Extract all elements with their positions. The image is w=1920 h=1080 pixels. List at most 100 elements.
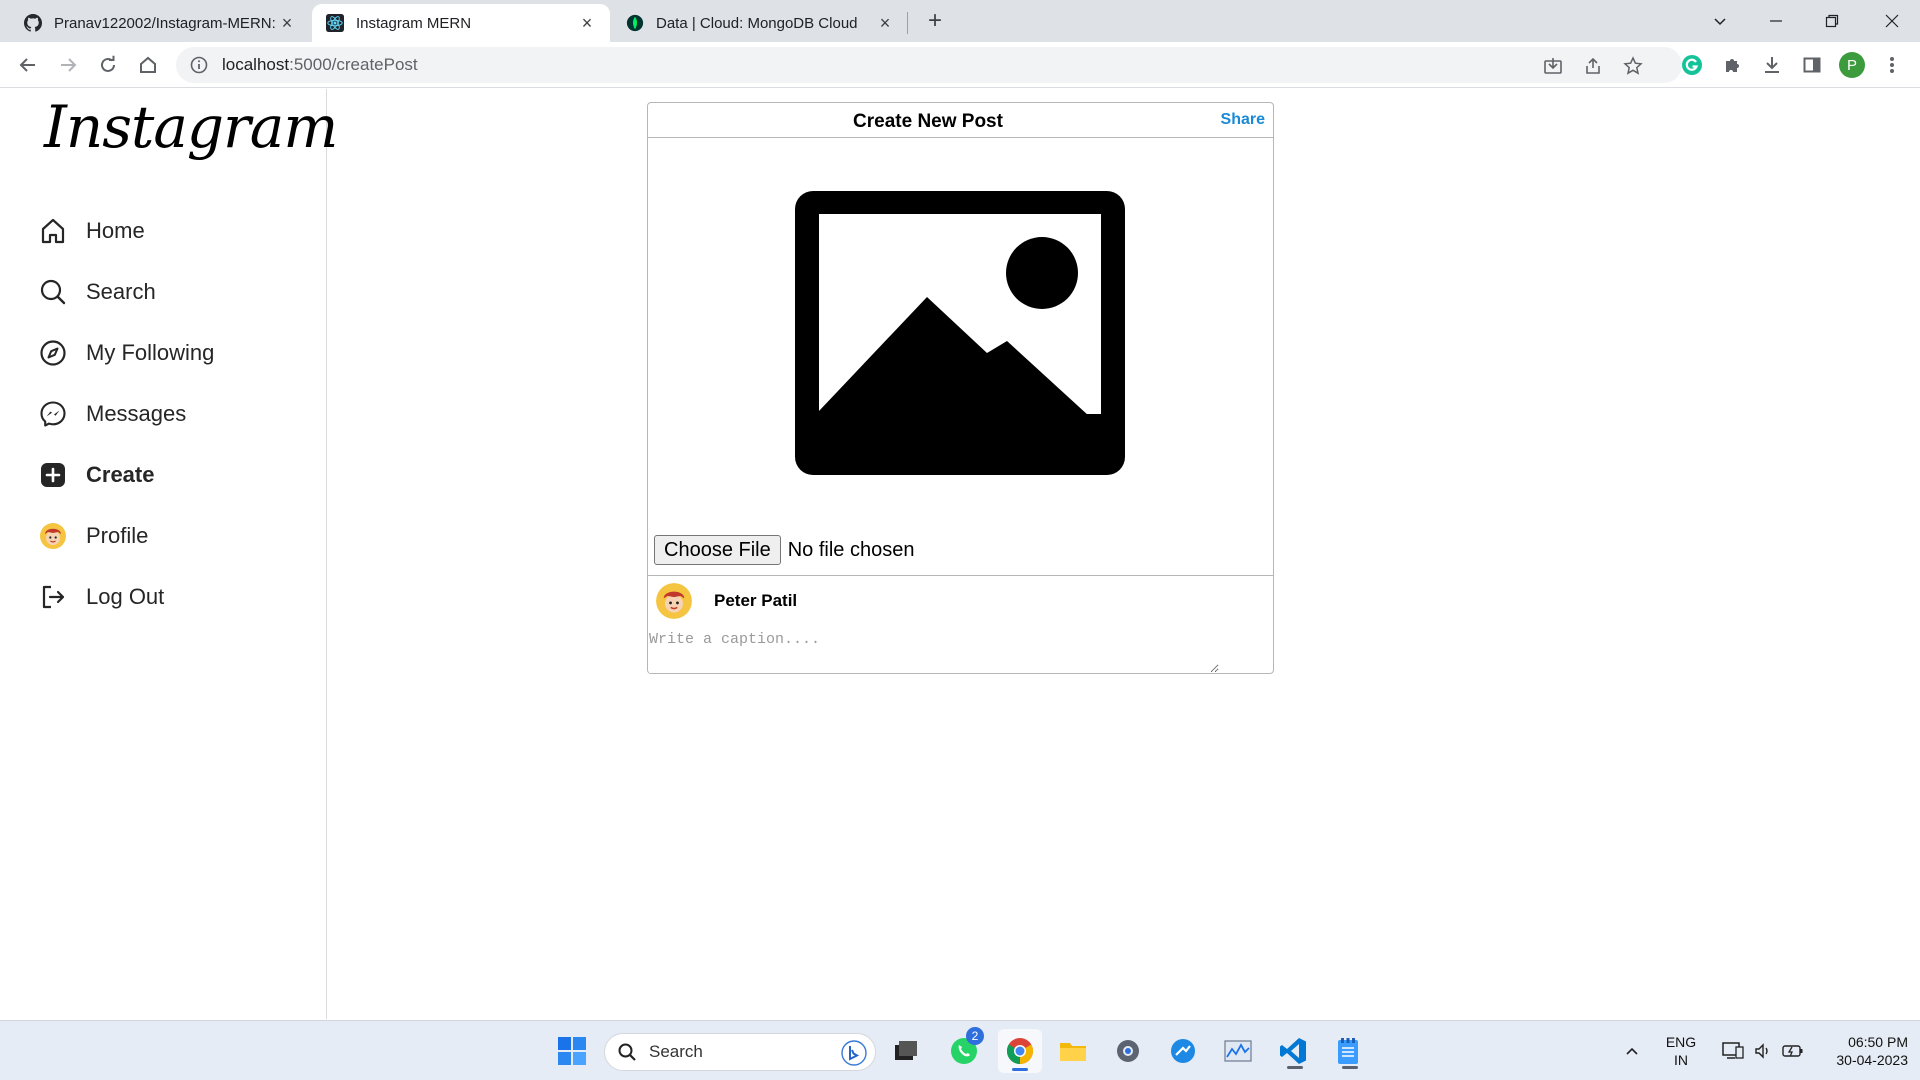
file-input[interactable]: Choose File No file chosen <box>654 535 914 565</box>
close-window-button[interactable] <box>1864 0 1920 42</box>
volume-icon <box>1753 1041 1773 1061</box>
performance-monitor-icon[interactable] <box>1218 1031 1258 1071</box>
nav-profile[interactable]: Profile <box>38 516 148 556</box>
bing-icon[interactable] <box>841 1040 867 1066</box>
tab-label: Data | Cloud: MongoDB Cloud <box>656 14 858 32</box>
new-tab-button[interactable]: + <box>922 7 948 34</box>
app-sidebar: Instagram Home Search My Following Messa… <box>0 89 338 1019</box>
show-hidden-icons-chevron[interactable] <box>1612 1031 1652 1071</box>
url-host: localhost <box>222 55 290 74</box>
divider <box>648 575 1273 576</box>
file-explorer-icon[interactable] <box>1053 1031 1093 1071</box>
side-panel-icon[interactable] <box>1798 51 1826 79</box>
windows-taskbar: Search 2 ENG IN 06:50 PM 30-04-2023 <box>0 1020 1920 1080</box>
nav-label: Home <box>86 218 145 243</box>
install-app-icon[interactable] <box>1540 53 1566 79</box>
windows-start-icon[interactable] <box>552 1031 592 1071</box>
search-icon <box>38 277 68 307</box>
running-app-indicator <box>1287 1066 1303 1069</box>
tab-instagram-mern[interactable]: Instagram MERN × <box>312 4 610 42</box>
plus-square-icon <box>38 460 68 490</box>
author-name: Peter Patil <box>714 591 798 610</box>
downloads-icon[interactable] <box>1758 51 1786 79</box>
battery-icon <box>1781 1042 1805 1060</box>
post-author: Peter Patil <box>656 583 797 619</box>
language-code: ENG <box>1665 1034 1697 1050</box>
whatsapp-icon[interactable]: 2 <box>944 1027 984 1071</box>
close-tab-icon[interactable]: × <box>876 13 894 33</box>
nav-label: My Following <box>86 340 215 365</box>
restore-button[interactable] <box>1804 0 1860 42</box>
chrome-menu-icon[interactable] <box>1878 51 1906 79</box>
extensions-puzzle-icon[interactable] <box>1718 51 1746 79</box>
address-bar[interactable]: localhost:5000/createPost <box>176 47 1682 83</box>
back-arrow-icon[interactable] <box>14 51 42 79</box>
settings-gear-icon[interactable] <box>1108 1031 1148 1071</box>
chrome-taskbar-icon[interactable] <box>998 1029 1042 1073</box>
card-header: Create New Post Share <box>648 103 1273 138</box>
compass-icon <box>38 338 68 368</box>
url-text: localhost:5000/createPost <box>222 55 418 75</box>
tab-separator <box>907 12 908 34</box>
site-info-icon[interactable] <box>190 56 208 74</box>
reload-icon[interactable] <box>94 51 122 79</box>
avatar <box>656 583 692 619</box>
share-button[interactable]: Share <box>1221 111 1265 129</box>
mongodb-leaf-icon <box>626 14 644 32</box>
caption-textarea[interactable] <box>649 629 1219 673</box>
grammarly-icon[interactable] <box>1678 51 1706 79</box>
tab-github[interactable]: Pranav122002/Instagram-MERN: × <box>10 4 310 42</box>
home-browser-icon[interactable] <box>134 51 162 79</box>
clock[interactable]: 06:50 PM 30-04-2023 <box>1808 1033 1908 1069</box>
taskbar-search-label: Search <box>649 1042 703 1061</box>
file-status-text: No file chosen <box>787 538 915 561</box>
image-placeholder-icon <box>795 191 1125 475</box>
vscode-icon[interactable] <box>1273 1031 1313 1071</box>
close-tab-icon[interactable]: × <box>278 13 296 33</box>
create-post-card: Create New Post Share Choose File No fil… <box>647 102 1274 674</box>
clock-date: 30-04-2023 <box>1836 1052 1908 1068</box>
bookmark-star-icon[interactable] <box>1620 53 1646 79</box>
choose-file-button[interactable]: Choose File <box>654 535 781 565</box>
url-path: :5000/createPost <box>289 55 418 74</box>
running-app-indicator <box>1342 1066 1358 1069</box>
nav-search[interactable]: Search <box>38 272 156 312</box>
nav-messages[interactable]: Messages <box>38 394 186 434</box>
close-tab-icon[interactable]: × <box>578 13 596 33</box>
network-display-icon <box>1721 1040 1745 1062</box>
messenger-icon <box>38 399 68 429</box>
nav-create[interactable]: Create <box>38 455 154 495</box>
nav-log-out[interactable]: Log Out <box>38 577 164 617</box>
tab-search-chevron-icon[interactable] <box>1692 0 1748 42</box>
minimize-button[interactable] <box>1748 0 1804 42</box>
instagram-logo[interactable]: Instagram <box>44 93 338 161</box>
task-view-icon[interactable] <box>886 1031 926 1071</box>
react-icon <box>326 14 344 32</box>
system-tray-icons[interactable] <box>1708 1031 1818 1071</box>
share-page-icon[interactable] <box>1580 53 1606 79</box>
nav-my-following[interactable]: My Following <box>38 333 214 373</box>
tab-label: Pranav122002/Instagram-MERN: <box>54 14 276 32</box>
notepad-icon[interactable] <box>1328 1031 1368 1071</box>
nav-label: Log Out <box>86 584 165 609</box>
clock-time: 06:50 PM <box>1848 1034 1908 1050</box>
taskbar-search-box[interactable]: Search <box>604 1033 876 1071</box>
card-title: Create New Post <box>853 111 1003 132</box>
browser-tab-strip: Pranav122002/Instagram-MERN: × Instagram… <box>0 0 1920 42</box>
nav-label: Profile <box>86 523 149 548</box>
active-app-indicator <box>1012 1068 1028 1071</box>
nav-home[interactable]: Home <box>38 211 145 251</box>
whatsapp-badge: 2 <box>966 1027 984 1045</box>
profile-avatar-icon[interactable]: P <box>1838 51 1866 79</box>
nav-label: Messages <box>86 401 187 426</box>
nav-label: Search <box>86 279 156 304</box>
browser-toolbar: localhost:5000/createPost P <box>0 42 1920 88</box>
region-code: IN <box>1674 1052 1688 1068</box>
forward-arrow-icon[interactable] <box>54 51 82 79</box>
tab-mongodb[interactable]: Data | Cloud: MongoDB Cloud × <box>612 4 908 42</box>
logout-icon <box>38 582 68 612</box>
github-icon <box>24 14 42 32</box>
language-indicator[interactable]: ENG IN <box>1660 1033 1702 1069</box>
network-app-icon[interactable] <box>1163 1031 1203 1071</box>
tab-label: Instagram MERN <box>356 14 472 32</box>
